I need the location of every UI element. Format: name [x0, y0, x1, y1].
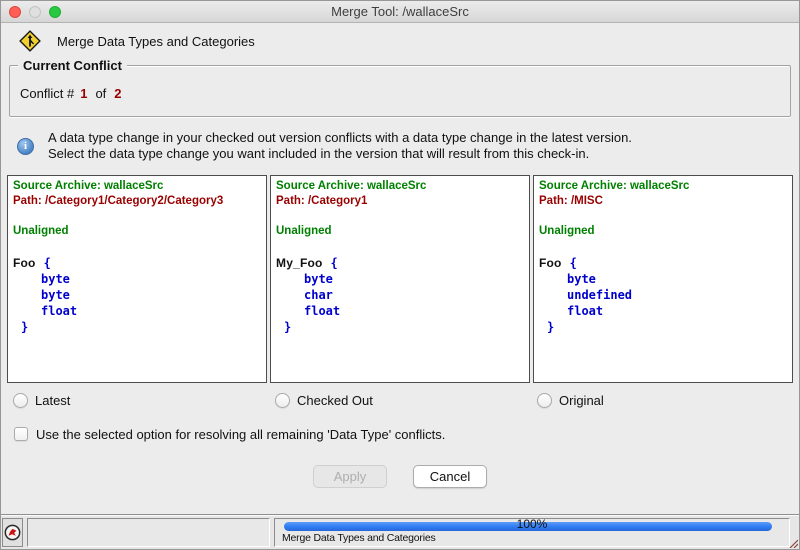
path-label: Path: /Category1 [276, 194, 529, 209]
progress-percent: 100% [275, 517, 789, 531]
conflict-counter: Conflict #1of2 [10, 66, 790, 101]
type-name: Foo [539, 256, 562, 270]
path-label: Path: /MISC [539, 194, 792, 209]
current-conflict-groupbox: Current Conflict Conflict #1of2 [9, 65, 791, 117]
cancel-button[interactable]: Cancel [413, 465, 487, 488]
traffic-lights [9, 6, 61, 18]
open-brace: { [44, 256, 51, 270]
conflict-prefix: Conflict # [20, 86, 74, 101]
info-line-1: A data type change in your checked out v… [48, 130, 632, 146]
radio-checked-out[interactable]: Checked Out [269, 389, 531, 411]
radio-original-label: Original [559, 393, 604, 408]
field-line: undefined [539, 287, 792, 303]
panel-latest: Source Archive: wallaceSrc Path: /Catego… [7, 175, 267, 383]
field-line: byte [13, 271, 266, 287]
info-icon: i [17, 138, 34, 155]
type-definition: Foo { byte undefined float } [539, 255, 792, 335]
radio-latest-label: Latest [35, 393, 70, 408]
zoom-button[interactable] [49, 6, 61, 18]
info-message: i A data type change in your checked out… [1, 123, 799, 169]
alignment-label: Unaligned [13, 224, 266, 239]
progress-task-label: Merge Data Types and Categories [282, 532, 782, 544]
field-line: char [276, 287, 529, 303]
type-definition: My_Foo { byte char float } [276, 255, 529, 335]
resize-grip-icon[interactable] [788, 538, 798, 548]
dialog-header-title: Merge Data Types and Categories [57, 34, 255, 49]
close-button[interactable] [9, 6, 21, 18]
radio-latest[interactable]: Latest [7, 389, 269, 411]
type-name: Foo [13, 256, 36, 270]
window-title: Merge Tool: /wallaceSrc [331, 4, 469, 19]
conflict-total: 2 [108, 86, 127, 101]
field-line: float [539, 303, 792, 319]
close-brace: } [539, 319, 792, 335]
status-message-panel [27, 518, 270, 547]
field-line: float [276, 303, 529, 319]
field-line: byte [276, 271, 529, 287]
panel-original: Source Archive: wallaceSrc Path: /MISC U… [533, 175, 793, 383]
field-line: byte [539, 271, 792, 287]
action-buttons: Apply Cancel [1, 465, 799, 489]
radio-icon[interactable] [275, 393, 290, 408]
groupbox-legend: Current Conflict [18, 58, 127, 73]
info-text: A data type change in your checked out v… [48, 130, 632, 162]
open-brace: { [570, 256, 577, 270]
type-name: My_Foo [276, 256, 323, 270]
progress-panel: 100% Merge Data Types and Categories [274, 518, 790, 547]
field-line: byte [13, 287, 266, 303]
source-archive-label: Source Archive: wallaceSrc [276, 179, 529, 194]
minimize-button[interactable] [29, 6, 41, 18]
merge-tool-window: Merge Tool: /wallaceSrc Merge Data Types… [0, 0, 800, 550]
apply-button[interactable]: Apply [313, 465, 387, 488]
version-panels: Source Archive: wallaceSrc Path: /Catego… [7, 175, 793, 383]
info-line-2: Select the data type change you want inc… [48, 146, 632, 162]
spacer [1, 489, 799, 514]
radio-icon[interactable] [537, 393, 552, 408]
alignment-label: Unaligned [276, 224, 529, 239]
path-label: Path: /Category1/Category2/Category3 [13, 194, 266, 209]
alignment-label: Unaligned [539, 224, 792, 239]
title-bar: Merge Tool: /wallaceSrc [1, 1, 799, 23]
panel-checked-out: Source Archive: wallaceSrc Path: /Catego… [270, 175, 530, 383]
version-options: Latest Checked Out Original [7, 389, 793, 411]
resolve-all-label: Use the selected option for resolving al… [36, 427, 445, 442]
resolve-all-checkbox[interactable] [14, 427, 28, 441]
conflict-of-label: of [93, 86, 108, 101]
radio-original[interactable]: Original [531, 389, 793, 411]
radio-icon[interactable] [13, 393, 28, 408]
app-logo-box [2, 518, 23, 547]
app-logo-icon [4, 524, 21, 541]
source-archive-label: Source Archive: wallaceSrc [13, 179, 266, 194]
close-brace: } [13, 319, 266, 335]
close-brace: } [276, 319, 529, 335]
dialog-header: Merge Data Types and Categories [1, 23, 799, 59]
type-definition: Foo { byte byte float } [13, 255, 266, 335]
open-brace: { [331, 256, 338, 270]
status-bar: 100% Merge Data Types and Categories [1, 516, 799, 549]
radio-checked-out-label: Checked Out [297, 393, 373, 408]
merge-sign-icon [19, 30, 41, 52]
source-archive-label: Source Archive: wallaceSrc [539, 179, 792, 194]
resolve-all-row: Use the selected option for resolving al… [14, 425, 799, 443]
conflict-current: 1 [74, 86, 93, 101]
field-line: float [13, 303, 266, 319]
